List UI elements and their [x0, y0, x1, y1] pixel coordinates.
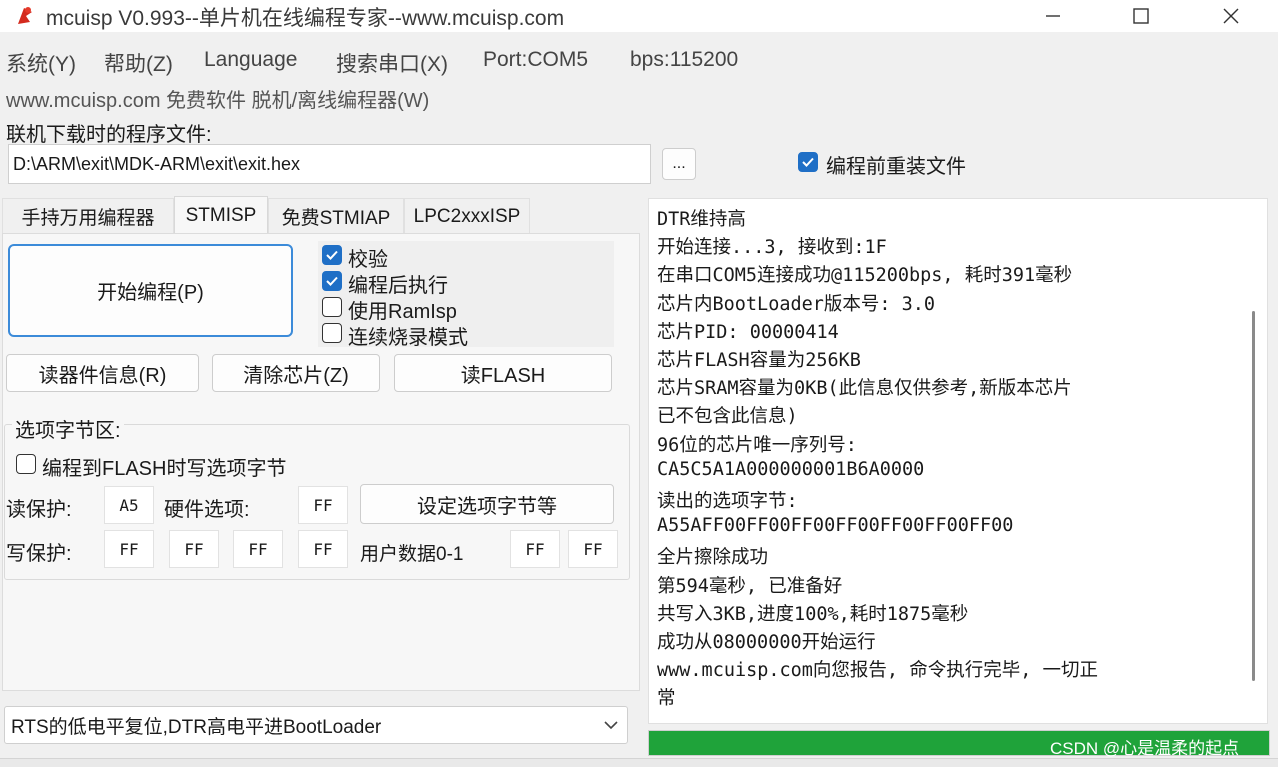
log-line: www.mcuisp.com向您报告, 命令执行完毕, 一切正: [657, 660, 1098, 682]
chevron-down-icon: [604, 721, 618, 730]
read-protect-label: 读保护:: [6, 499, 72, 521]
reload-checkbox[interactable]: [798, 152, 818, 172]
check-icon: [326, 276, 338, 286]
ramisp-checkbox[interactable]: [322, 297, 342, 317]
user-data-label: 用户数据0-1: [360, 544, 464, 565]
minimize-button[interactable]: [1030, 0, 1076, 32]
verify-checkbox[interactable]: [322, 245, 342, 265]
ramisp-label: 使用RamIsp: [348, 301, 457, 323]
menu-search-port[interactable]: 搜索串口(X): [336, 48, 448, 78]
log-line: 第594毫秒, 已准备好: [657, 575, 843, 597]
check-icon: [802, 157, 814, 167]
start-programming-button[interactable]: 开始编程(P): [8, 244, 293, 337]
run-after-label: 编程后执行: [348, 275, 448, 297]
write-option-bytes-label: 编程到FLASH时写选项字节: [42, 458, 287, 480]
log-line: 读出的选项字节:: [657, 491, 798, 512]
watermark: CSDN @心是温柔的起点: [1050, 739, 1240, 758]
user-data-field-2[interactable]: FF: [568, 530, 618, 568]
log-line: 96位的芯片唯一序列号:: [657, 434, 857, 456]
option-bytes-title: 选项字节区:: [12, 414, 124, 443]
tab-stmiap[interactable]: 免费STMIAP: [268, 198, 404, 234]
log-line: 芯片SRAM容量为0KB(此信息仅供参考,新版本芯片: [657, 378, 1072, 400]
log-line: 芯片FLASH容量为256KB: [657, 350, 861, 371]
write-protect-field-1[interactable]: FF: [104, 530, 154, 568]
minimize-icon: [1046, 15, 1060, 17]
erase-chip-button[interactable]: 清除芯片(Z): [212, 354, 380, 392]
log-panel: DTR维持高开始连接...3, 接收到:1F 在串口COM5连接成功@115200…: [648, 198, 1268, 724]
menu-port[interactable]: Port:COM5: [483, 48, 588, 72]
hw-option-field[interactable]: FF: [298, 486, 348, 524]
log-line: 常: [657, 688, 676, 710]
check-icon: [326, 250, 338, 260]
close-icon: [1223, 8, 1239, 24]
log-line: 已不包含此信息): [657, 406, 798, 428]
reload-label: 编程前重装文件: [826, 156, 966, 178]
log-line: 全片擦除成功: [657, 547, 769, 569]
log-line: A55AFF00FF00FF00FF00FF00FF00FF00: [657, 515, 1014, 537]
write-protect-field-2[interactable]: FF: [169, 530, 219, 568]
write-protect-label: 写保护:: [6, 543, 72, 565]
browse-button[interactable]: ...: [662, 148, 696, 180]
tab-lpc2xxxisp[interactable]: LPC2xxxISP: [404, 198, 530, 234]
menu-offline-programmer[interactable]: www.mcuisp.com 免费软件 脱机/离线编程器(W): [6, 84, 429, 113]
file-path-field[interactable]: D:\ARM\exit\MDK-ARM\exit\exit.hex: [8, 144, 651, 184]
log-line: 在串口COM5连接成功@115200bps, 耗时391毫秒: [657, 265, 1073, 287]
write-option-bytes-checkbox[interactable]: [16, 454, 36, 474]
menu-system[interactable]: 系统(Y): [6, 48, 76, 78]
log-line: 共写入3KB,进度100%,耗时1875毫秒: [657, 603, 969, 625]
menu-help[interactable]: 帮助(Z): [104, 48, 173, 78]
log-line: 芯片内BootLoader版本号: 3.0: [657, 293, 936, 315]
user-data-field-1[interactable]: FF: [510, 530, 560, 568]
run-after-checkbox[interactable]: [322, 271, 342, 291]
reset-mode-select[interactable]: RTS的低电平复位,DTR高电平进BootLoader: [4, 706, 628, 744]
write-protect-field-3[interactable]: FF: [233, 530, 283, 568]
close-button[interactable]: [1208, 0, 1254, 32]
app-logo-icon: [18, 7, 32, 24]
reset-mode-value: RTS的低电平复位,DTR高电平进BootLoader: [11, 716, 382, 738]
write-protect-field-4[interactable]: FF: [298, 530, 348, 568]
maximize-icon: [1133, 8, 1149, 24]
continuous-mode-label: 连续烧录模式: [348, 327, 468, 349]
tab-stmisp[interactable]: STMISP: [174, 196, 268, 234]
set-option-bytes-button[interactable]: 设定选项字节等: [360, 484, 614, 524]
verify-label: 校验: [348, 249, 388, 271]
log-line: 芯片PID: 00000414: [657, 321, 839, 343]
continuous-mode-checkbox[interactable]: [322, 323, 342, 343]
read-protect-field[interactable]: A5: [104, 486, 154, 524]
log-line: CA5C5A1A000000001B6A0000: [657, 458, 925, 480]
title-bar: mcuisp V0.993--单片机在线编程专家--www.mcuisp.com: [0, 0, 1278, 32]
file-label: 联机下载时的程序文件:: [6, 124, 212, 146]
log-line: 开始连接...3, 接收到:1F: [657, 237, 887, 259]
tab-handheld-programmer[interactable]: 手持万用编程器: [2, 198, 174, 234]
log-line: DTR维持高: [657, 209, 746, 230]
log-line: 成功从08000000开始运行: [657, 632, 876, 653]
read-flash-button[interactable]: 读FLASH: [394, 354, 612, 392]
window-title: mcuisp V0.993--单片机在线编程专家--www.mcuisp.com: [46, 7, 565, 30]
hw-option-label: 硬件选项:: [164, 499, 250, 521]
log-scrollbar[interactable]: [1252, 311, 1255, 681]
menu-bps[interactable]: bps:115200: [630, 48, 738, 72]
menu-language[interactable]: Language: [204, 48, 297, 72]
read-info-button[interactable]: 读器件信息(R): [6, 354, 199, 392]
maximize-button[interactable]: [1118, 0, 1164, 32]
